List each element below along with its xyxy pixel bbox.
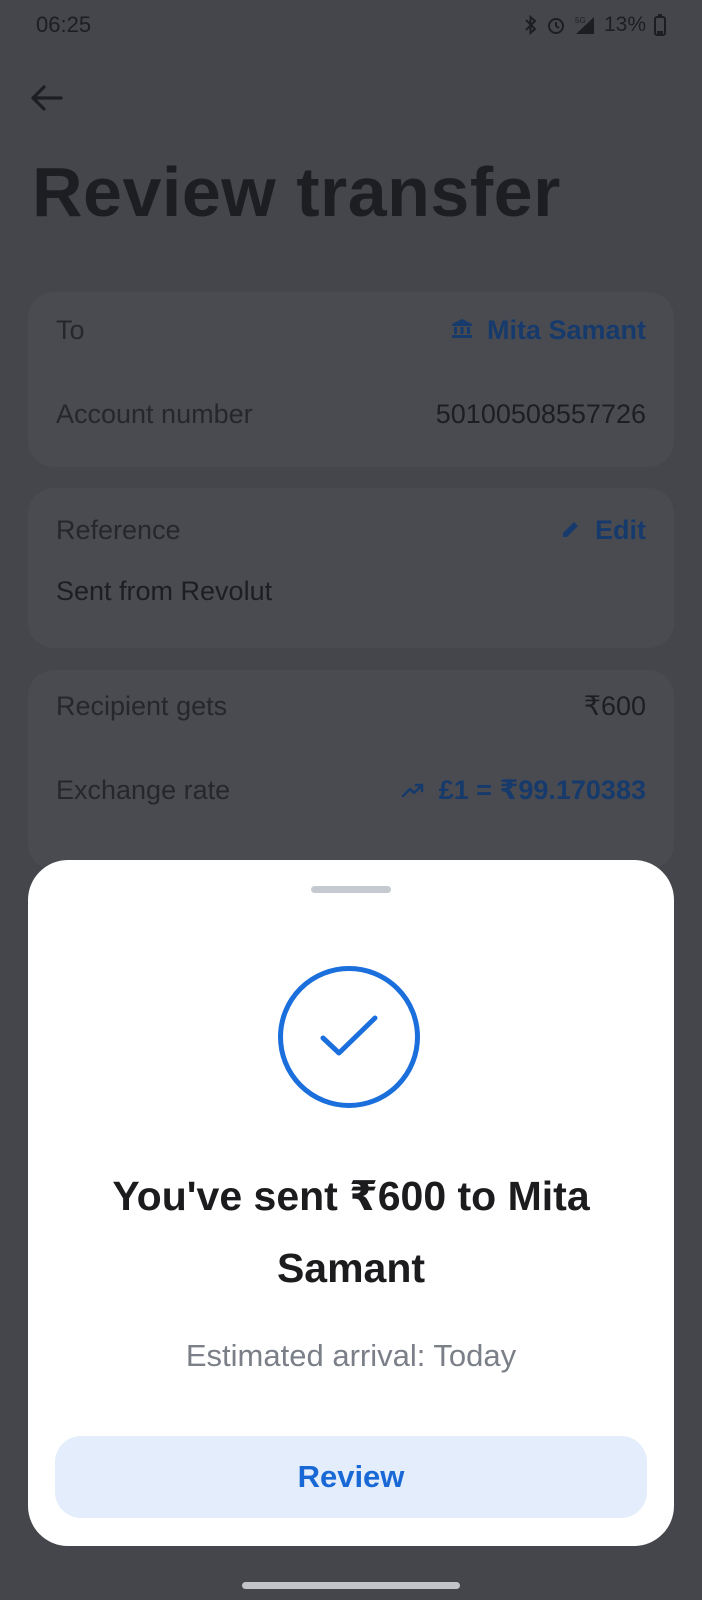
svg-text:5G: 5G [575,16,586,25]
exchange-rate-label: Exchange rate [56,774,231,805]
recipient-gets-value: ₹600 [583,690,646,721]
success-sheet: You've sent ₹600 to Mita Samant Estimate… [28,860,674,1546]
recipient-link[interactable]: Mita Samant [451,315,646,346]
back-button[interactable] [26,80,66,120]
pencil-icon [561,515,581,546]
estimated-arrival: Estimated arrival: Today [185,1338,517,1373]
recipient-card: To Mita Samant Account number 5010050855… [28,292,674,467]
reference-value: Sent from Revolut [56,576,273,606]
reference-card: Reference Edit Sent from Revolut [28,488,674,648]
battery-icon [654,14,666,36]
account-row: Account number 50100508557726 [56,396,646,432]
edit-label: Edit [595,514,646,545]
reference-row: Reference Edit [56,512,646,548]
arrow-left-icon [29,84,63,117]
success-title: You've sent ₹600 to Mita Samant [112,1173,590,1291]
status-icons: 5G 13% [524,13,666,37]
review-button[interactable]: Review [55,1436,647,1518]
exchange-rate-link[interactable]: £1 = ₹99.170383 [401,775,646,806]
recipient-gets-label: Recipient gets [56,690,228,721]
signal-icon: 5G [574,15,596,35]
status-bar: 06:25 5G 13% [0,0,702,50]
account-number: 50100508557726 [435,398,646,429]
sheet-grabber[interactable] [311,886,391,893]
check-circle-icon [278,966,420,1108]
exchange-rate-row: Exchange rate £1 = ₹99.170383 [56,772,646,808]
to-label: To [56,314,85,345]
amount-card: Recipient gets ₹600 Exchange rate £1 = ₹… [28,670,674,870]
battery-text: 13% [603,13,646,36]
trend-up-icon [401,775,425,806]
home-indicator[interactable] [242,1582,460,1589]
page-title: Review transfer [32,153,561,231]
exchange-rate-value: £1 = ₹99.170383 [438,774,646,805]
to-row: To Mita Samant [56,312,646,348]
recipient-name: Mita Samant [486,314,646,345]
bluetooth-icon [524,15,538,35]
bank-icon [451,315,473,346]
account-label: Account number [56,398,253,429]
reference-label: Reference [56,514,181,545]
status-time: 06:25 [36,12,92,37]
recipient-gets-row: Recipient gets ₹600 [56,688,646,724]
edit-button[interactable]: Edit [561,515,646,546]
alarm-icon [546,15,566,35]
